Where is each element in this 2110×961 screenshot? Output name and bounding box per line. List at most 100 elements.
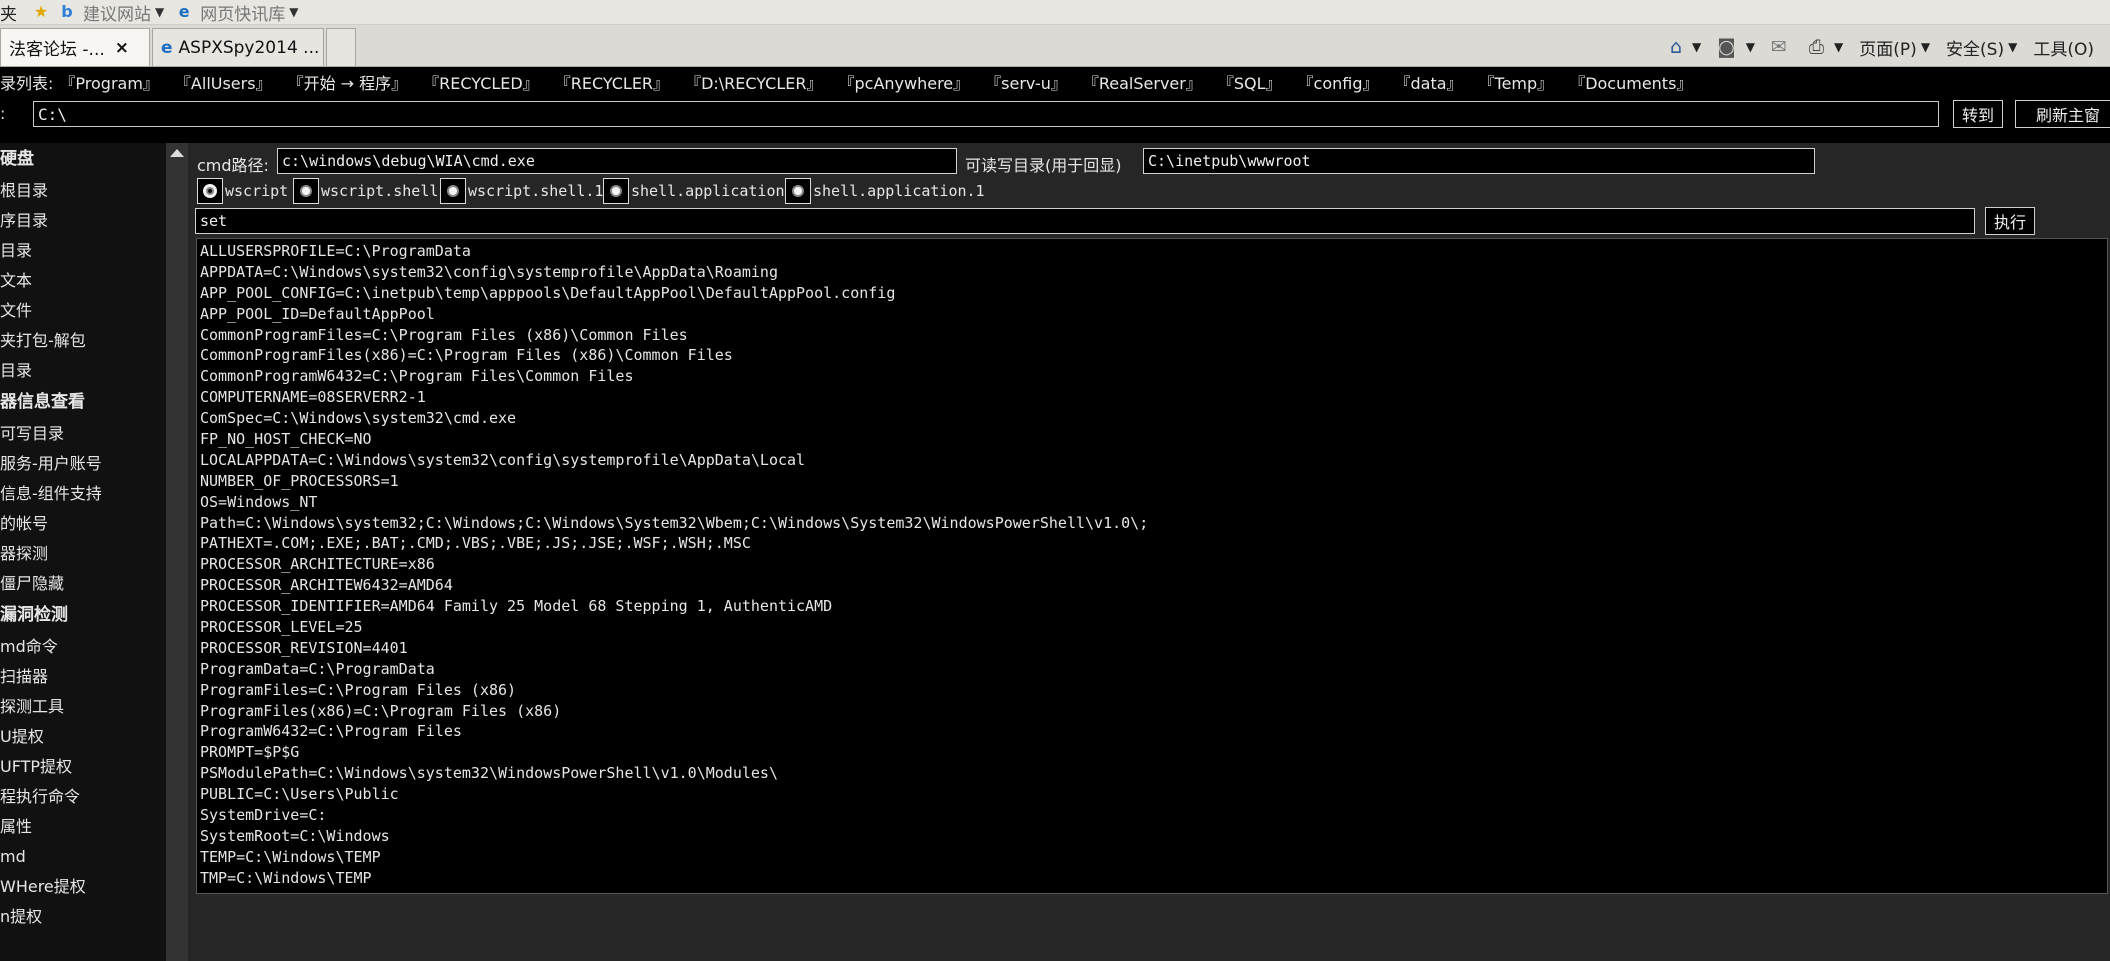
tools-menu[interactable]: 工具(O) <box>2033 35 2094 60</box>
output-line: USERDOMAIN=WORKGROUP <box>200 889 2107 893</box>
execute-button[interactable]: 执行 <box>1985 207 2035 235</box>
output-line: PROCESSOR_ARCHITEW6432=AMD64 <box>200 576 453 595</box>
chevron-down-icon: ▼ <box>1745 40 1755 54</box>
tab-aspxspy[interactable]: e ASPXSpy2014 ... <box>152 28 324 66</box>
page-menu-label: 页面(P) <box>1859 39 1917 60</box>
sidebar: 硬盘 根目录 序目录 目录 文本 文件 夹打包-解包 目录 器信息查看 可写目录… <box>0 143 166 961</box>
sidebar-item[interactable]: WHere提权 <box>0 872 166 902</box>
output-line: PROCESSOR_ARCHITECTURE=x86 <box>200 555 435 574</box>
sidebar-item[interactable]: 信息-组件支持 <box>0 479 166 509</box>
new-tab-button[interactable] <box>326 28 356 66</box>
quick-dir-sql[interactable]: 『SQL』 <box>1218 70 1282 94</box>
goto-button[interactable]: 转到 <box>1953 100 2003 128</box>
quick-dir-allusers[interactable]: 『AllUsers』 <box>175 70 272 94</box>
quick-dir-recycler[interactable]: 『RECYCLER』 <box>555 70 669 94</box>
rss-icon: ◙ <box>1717 36 1736 58</box>
output-line: TMP=C:\Windows\TEMP <box>200 868 372 887</box>
output-line: TEMP=C:\Windows\TEMP <box>200 847 381 866</box>
radio-shell-application[interactable]: shell.application <box>603 178 785 204</box>
tab-fake-forum[interactable]: 法客论坛 -... × <box>0 28 150 66</box>
close-icon[interactable]: × <box>115 38 129 58</box>
quick-dir-pcanywhere[interactable]: 『pcAnywhere』 <box>839 70 970 94</box>
sidebar-item[interactable]: 夹打包-解包 <box>0 326 166 356</box>
favorite-suggested-sites[interactable]: b 建议网站 ▼ <box>57 0 164 25</box>
quick-dir-d-recycler[interactable]: 『D:\RECYCLER』 <box>685 70 822 94</box>
refresh-main-window-button[interactable]: 刷新主窗 <box>2015 100 2110 128</box>
radio-dot <box>610 185 622 197</box>
sidebar-item[interactable]: 服务-用户账号 <box>0 449 166 479</box>
quick-dir-program[interactable]: 『Program』 <box>59 70 159 94</box>
radio-label: wscript.shell.1 <box>468 182 604 200</box>
sidebar-item[interactable]: md命令 <box>0 632 166 662</box>
mail-icon: ✉ <box>1770 36 1787 58</box>
safety-menu[interactable]: 安全(S) ▼ <box>1946 35 2017 60</box>
radio-selected-dot <box>206 187 214 195</box>
mail-button[interactable]: ✉ <box>1771 36 1793 58</box>
sidebar-item[interactable]: 探测工具 <box>0 692 166 722</box>
output-line: CommonProgramFiles=C:\Program Files (x86… <box>200 325 688 344</box>
page-menu[interactable]: 页面(P) ▼ <box>1859 35 1930 60</box>
radio-wscript-shell-1[interactable]: wscript.shell.1 <box>440 178 603 204</box>
sidebar-item[interactable]: 属性 <box>0 812 166 842</box>
scroll-up-arrow-icon[interactable] <box>170 149 184 157</box>
output-line: ALLUSERSPROFILE=C:\ProgramData <box>200 242 471 260</box>
sidebar-item[interactable]: md <box>0 842 166 872</box>
quick-dirs-label: 录列表: <box>0 73 54 93</box>
quick-dir-temp[interactable]: 『Temp』 <box>1479 70 1554 94</box>
path-bar: : 转到 刷新主窗 <box>0 96 2110 132</box>
radio-label: shell.application <box>631 182 785 200</box>
sidebar-item[interactable]: n提权 <box>0 902 166 932</box>
sidebar-item[interactable]: 的帐号 <box>0 509 166 539</box>
radio-wscript[interactable]: wscript <box>197 178 288 204</box>
radio-label: wscript <box>225 182 289 200</box>
sidebar-item[interactable]: 程执行命令 <box>0 782 166 812</box>
quick-dir-data[interactable]: 『data』 <box>1394 70 1462 94</box>
sidebar-item[interactable]: 可写目录 <box>0 419 166 449</box>
home-button[interactable]: ⌂ ▼ <box>1670 36 1701 58</box>
radio-shell-application-1[interactable]: shell.application.1 <box>785 178 985 204</box>
writable-dir-input[interactable] <box>1143 148 1815 174</box>
tab-label: ASPXSpy2014 ... <box>178 37 320 58</box>
sidebar-item[interactable]: UFTP提权 <box>0 752 166 782</box>
quick-dir-realserver[interactable]: 『RealServer』 <box>1083 70 1202 94</box>
quick-dir-documents[interactable]: 『Documents』 <box>1569 70 1692 94</box>
output-line: CommonProgramW6432=C:\Program Files\Comm… <box>200 367 634 386</box>
quick-dir-serv-u[interactable]: 『serv-u』 <box>985 70 1067 94</box>
sidebar-item[interactable]: 序目录 <box>0 206 166 236</box>
quick-dir-start-programs[interactable]: 『开始 → 程序』 <box>288 70 408 94</box>
radio-button[interactable] <box>603 178 629 204</box>
sidebar-scrollbar[interactable] <box>166 143 188 961</box>
sidebar-item[interactable]: 目录 <box>0 236 166 266</box>
sidebar-heading: 硬盘 <box>0 149 34 169</box>
output-line: ComSpec=C:\Windows\system32\cmd.exe <box>200 409 517 428</box>
favorite-suggested-sites-label: 建议网站 <box>83 4 151 25</box>
radio-button[interactable] <box>293 178 319 204</box>
sidebar-item[interactable]: 根目录 <box>0 176 166 206</box>
sidebar-item[interactable]: 扫描器 <box>0 662 166 692</box>
output-line: LOCALAPPDATA=C:\Windows\system32\config\… <box>200 450 806 469</box>
quick-dir-recycled[interactable]: 『RECYCLED』 <box>423 70 539 94</box>
path-input[interactable] <box>33 101 1939 127</box>
feeds-button[interactable]: ◙ ▼ <box>1717 36 1755 58</box>
chevron-down-icon: ▼ <box>155 5 165 19</box>
output-line: PROCESSOR_LEVEL=25 <box>200 618 363 637</box>
favorite-web-slice-gallery[interactable]: e 网页快讯库 ▼ <box>174 0 299 25</box>
quick-dir-config[interactable]: 『config』 <box>1298 70 1379 94</box>
sidebar-item[interactable]: 文件 <box>0 296 166 326</box>
output-line: SystemRoot=C:\Windows <box>200 826 390 845</box>
output-line: PROCESSOR_IDENTIFIER=AMD64 Family 25 Mod… <box>200 597 833 616</box>
radio-wscript-shell[interactable]: wscript.shell <box>293 178 438 204</box>
radio-button[interactable] <box>440 178 466 204</box>
sidebar-item[interactable]: 文本 <box>0 266 166 296</box>
sidebar-item[interactable]: U提权 <box>0 722 166 752</box>
cmd-path-input[interactable] <box>277 148 957 174</box>
radio-dot <box>300 185 312 197</box>
sidebar-item[interactable]: 目录 <box>0 356 166 386</box>
radio-button[interactable] <box>785 178 811 204</box>
command-input[interactable] <box>195 208 1975 234</box>
sidebar-item[interactable]: 僵尸隐藏 <box>0 569 166 599</box>
print-button[interactable]: ⎙ ▼ <box>1809 36 1843 58</box>
sidebar-item[interactable]: 器探测 <box>0 539 166 569</box>
radio-button[interactable] <box>197 178 223 204</box>
add-favorite-star-icon[interactable]: ★ <box>31 2 51 22</box>
